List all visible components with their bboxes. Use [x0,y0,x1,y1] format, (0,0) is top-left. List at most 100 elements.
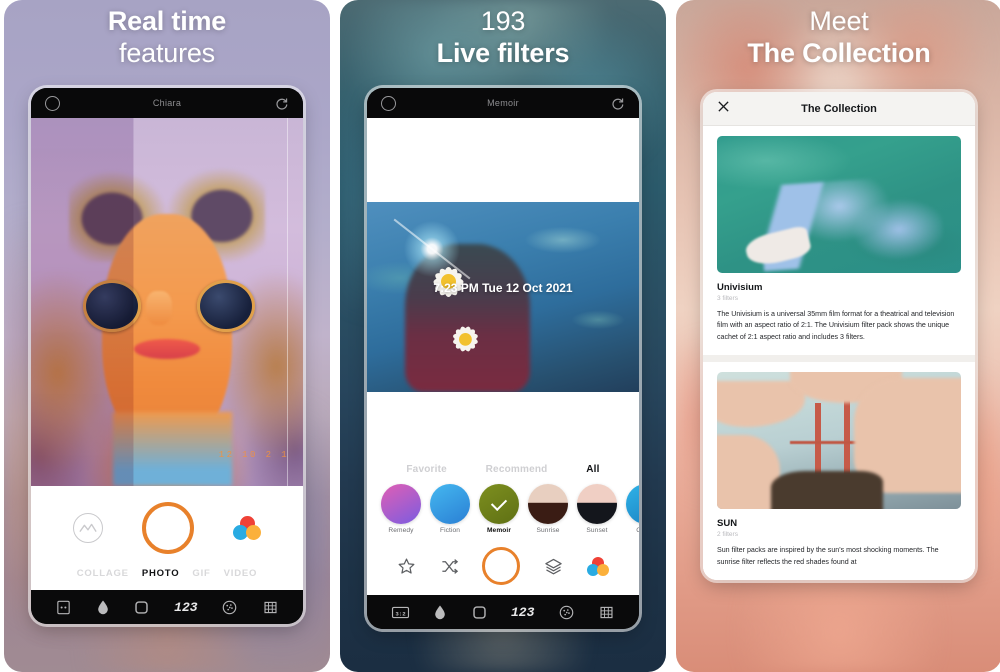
filter-thumbnail [577,484,617,524]
panel1-photo-date-stamp: 12 10 2 1 [218,450,289,460]
color-filters-icon[interactable] [233,516,262,540]
panel1-mode-selector: COLLAGE PHOTO GIF VIDEO [31,564,303,590]
shutter-button[interactable] [482,547,521,585]
dots-circle-icon[interactable] [221,599,238,616]
grid-icon[interactable] [598,604,615,621]
droplet-icon[interactable] [96,599,110,616]
filter-thumbnail-selected [479,484,519,524]
iso-123-icon[interactable]: 123 [174,600,197,615]
filter-item-sunset[interactable]: Sunset [577,484,617,534]
panel1-headline: Real time features [4,6,330,70]
landscape-icon[interactable] [72,513,103,543]
panel2-camera-controls [367,540,639,595]
app-store-screenshot-set: Real time features Chiara 12 10 2 1 COLL… [0,0,1000,672]
filter-item-candy[interactable]: Candy [626,484,639,534]
foreground-shadow [770,471,883,510]
mode-photo[interactable]: PHOTO [142,568,180,579]
droplet-icon[interactable] [433,604,447,621]
panel1-phone-frame: Chiara 12 10 2 1 COLLAGE PHOTO GIF VIDEO… [31,88,303,624]
panel1-preview-photo: 12 10 2 1 [31,118,303,486]
sunglasses-lens-right [197,279,255,332]
panel2-headline-bottom: Live filters [436,37,570,68]
panel1-filter-split-left [31,118,135,486]
iso-123-icon[interactable]: 123 [511,605,534,620]
filter-item-memoir[interactable]: Memoir [479,484,519,534]
dots-circle-icon[interactable] [558,604,575,621]
panel2-filter-tabs: Favorite Recommend All [367,458,639,477]
panel2-bottom-spacer [367,392,639,458]
shutter-button[interactable] [141,502,194,554]
panel2-tool-strip: 3:2 123 [367,595,639,629]
tab-favorite[interactable]: Favorite [406,464,447,475]
panel2-preview-photo: 7:23 PM Tue 12 Oct 2021 [367,202,639,392]
mode-gif[interactable]: GIF [192,568,210,579]
layers-icon[interactable] [544,557,563,576]
close-icon[interactable] [717,100,730,118]
panel-the-collection: Meet The Collection The Collection Univi… [676,0,1000,672]
bridge-tower-right [843,394,850,474]
panel3-headline-bottom: The Collection [747,37,931,68]
mode-video[interactable]: VIDEO [224,568,258,579]
mode-collage[interactable]: COLLAGE [77,568,129,579]
filter-label: Candy [636,527,639,534]
panel1-photo-lips [134,338,200,359]
pack-divider [703,355,975,363]
grid-icon[interactable] [262,599,279,616]
filter-thumbnail [381,484,421,524]
pack-preview-image-univisium [717,136,961,273]
square-icon[interactable] [133,599,150,616]
panel2-statusbar: Memoir [367,88,639,118]
refresh-icon[interactable] [274,96,289,111]
panel2-screen: 7:23 PM Tue 12 Oct 2021 Favorite Recomme… [367,118,639,595]
pack-description: Sun filter packs are inspired by the sun… [717,546,939,566]
panel3-headline: Meet The Collection [676,6,1000,70]
svg-text:3:2: 3:2 [395,610,406,617]
panel1-filter-split-right [286,118,303,486]
pack-description: The Univisium is a universal 35mm film f… [717,310,955,341]
pack-name: Univisium [717,282,763,293]
panel-real-time-features: Real time features Chiara 12 10 2 1 COLL… [4,0,330,672]
circle-icon[interactable] [45,95,60,111]
panel3-screen-title: The Collection [801,102,877,115]
panel2-phone-frame: Memoir 7:23 PM Tue 12 Oct 2021 Favorite … [367,88,639,629]
circle-icon[interactable] [381,95,396,111]
tab-all[interactable]: All [586,464,599,475]
refresh-icon[interactable] [610,96,625,111]
star-icon[interactable] [397,557,416,576]
aspect-ratio-icon[interactable]: 3:2 [391,605,410,620]
panel2-filter-carousel[interactable]: Remedy Fiction Memoir Sunrise Sunset C [367,477,639,540]
panel2-headline-top: 193 [480,6,526,36]
panel2-filter-name: Memoir [487,98,519,108]
panel1-photo-nose [145,290,172,325]
pack-filter-count: 3 filters [717,295,738,302]
panel1-control-row [31,500,303,564]
panel1-headline-bottom: features [119,37,215,68]
tab-recommend[interactable]: Recommend [486,464,548,475]
filter-label: Remedy [388,527,414,534]
panel2-photo-date-stamp: 7:23 PM Tue 12 Oct 2021 [433,280,573,295]
filter-thumbnail [430,484,470,524]
filter-item-remedy[interactable]: Remedy [381,484,421,534]
panel3-pack-list[interactable]: Univisium 3 filters The Univisium is a u… [703,126,975,581]
panel3-screen: The Collection Univisium 3 filters The U… [703,92,975,581]
pack-preview-image-sun [717,372,961,510]
pack-filter-count: 2 filters [717,531,738,539]
panel1-statusbar: Chiara [31,88,303,118]
filter-item-sunrise[interactable]: Sunrise [528,484,568,534]
filter-label: Fiction [439,527,461,534]
aspect-ratio-icon[interactable] [55,599,72,616]
panel2-headline: 193 Live filters [340,6,666,70]
panel3-phone-frame: The Collection Univisium 3 filters The U… [703,92,975,581]
filter-thumbnail [626,484,639,524]
filter-label: Memoir [486,527,512,534]
panel3-header: The Collection [703,92,975,126]
color-filters-icon[interactable] [587,556,610,576]
filter-pack-card[interactable]: SUN 2 filters Sun filter packs are inspi… [703,362,975,581]
filter-pack-card[interactable]: Univisium 3 filters The Univisium is a u… [703,126,975,356]
panel3-headline-top: Meet [809,6,869,36]
panel2-top-spacer [367,118,639,202]
filter-thumbnail [528,484,568,524]
filter-item-fiction[interactable]: Fiction [430,484,470,534]
shuffle-icon[interactable] [440,557,459,576]
square-icon[interactable] [471,604,488,621]
